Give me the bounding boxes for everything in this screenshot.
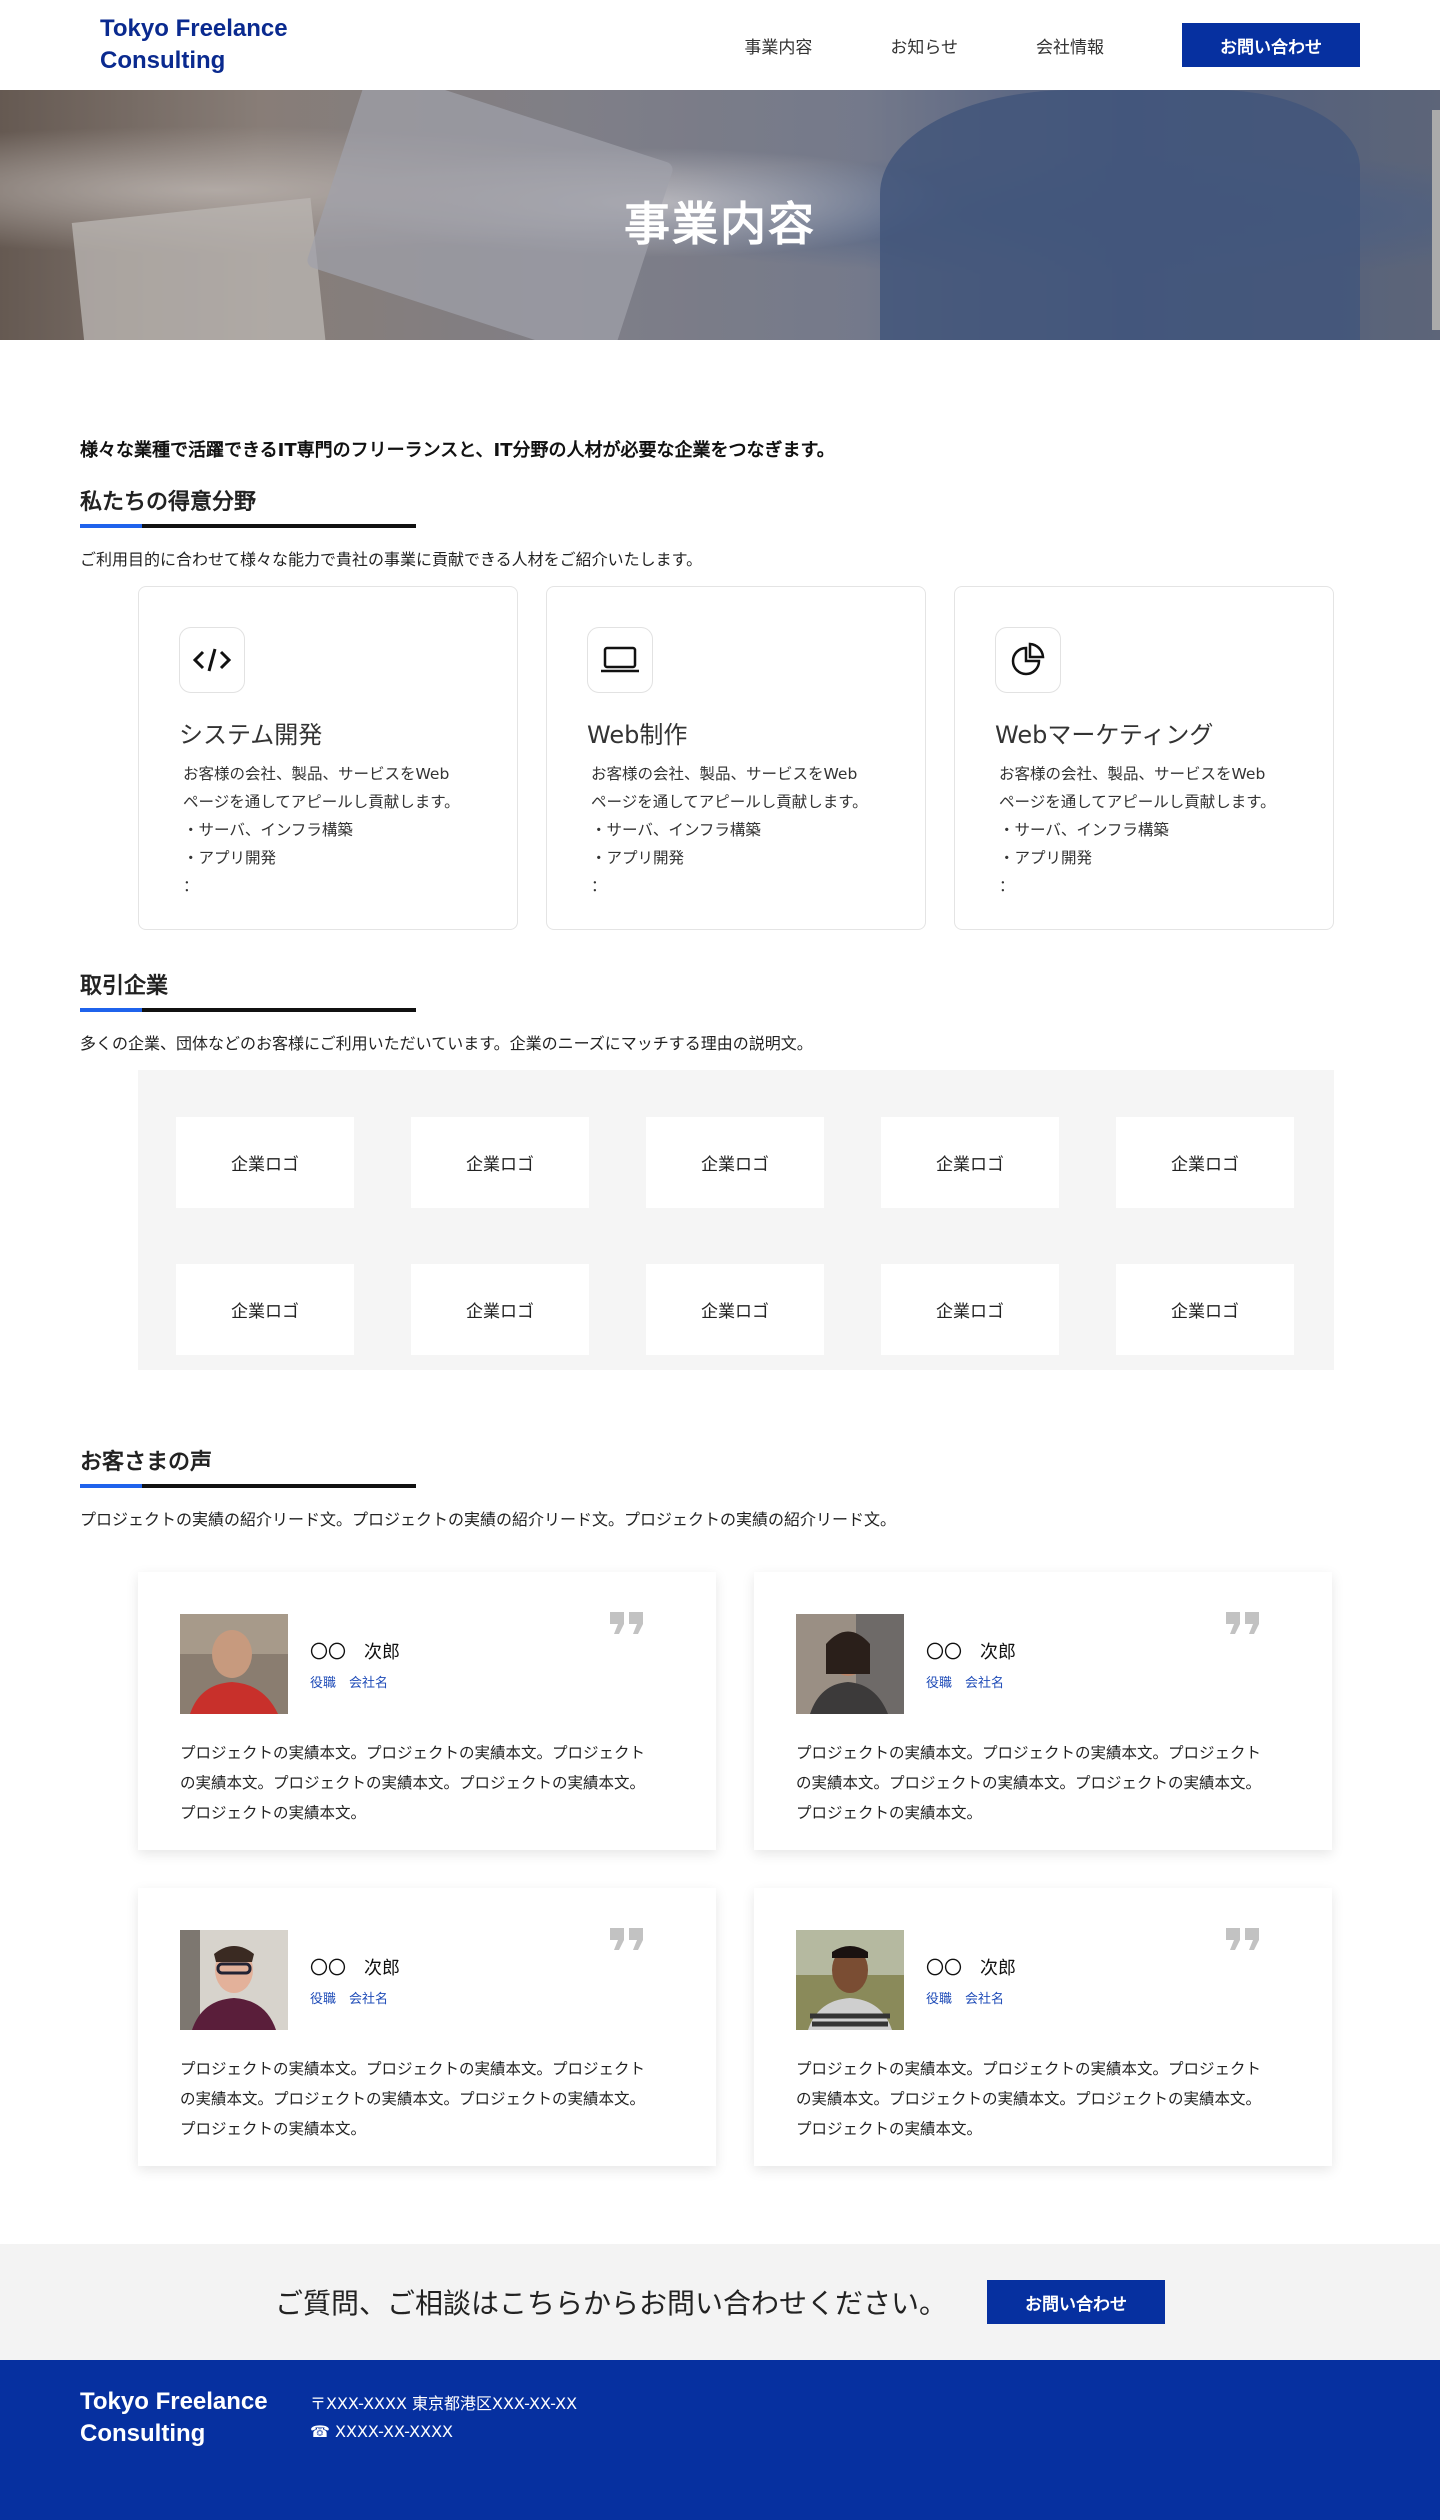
testimonial-role: 役職 会社名 [926, 1675, 1005, 1691]
footer-address: 〒XXX-XXXX 東京都港区XXX-XX-XX [310, 2394, 578, 2413]
service-body: お客様の会社、製品、サービスをWeb ページを通してアピールし貢献します。 ・サ… [591, 765, 868, 895]
pie-chart-icon [995, 627, 1061, 693]
client-logo: 企業ロゴ [646, 1117, 824, 1208]
voices-description: プロジェクトの実績の紹介リード文。プロジェクトの実績の紹介リード文。プロジェクト… [80, 1510, 897, 1529]
avatar [796, 1614, 904, 1714]
client-logo: 企業ロゴ [1116, 1263, 1294, 1355]
service-title: Web制作 [587, 721, 688, 749]
footer-phone: ☎ XXXX-XX-XXXX [310, 2422, 453, 2441]
expertise-description: ご利用目的に合わせて様々な能力で貴社の事業に貢献できる人材をご紹介いたします。 [80, 550, 703, 569]
contact-cta: ご質問、ご相談はこちらからお問い合わせください。 お問い合わせ [0, 2244, 1440, 2360]
site-footer: Tokyo Freelance Consulting 〒XXX-XXXX 東京都… [0, 2360, 1440, 2520]
service-card-web: Web制作 お客様の会社、製品、サービスをWeb ページを通してアピールし貢献し… [546, 586, 926, 930]
client-logo: 企業ロゴ [881, 1263, 1059, 1355]
client-logo: 企業ロゴ [176, 1117, 354, 1208]
section-underline [80, 524, 416, 528]
client-logo: 企業ロゴ [881, 1117, 1059, 1208]
service-title: システム開発 [179, 721, 323, 749]
avatar [180, 1614, 288, 1714]
testimonial-body: プロジェクトの実績本文。プロジェクトの実績本文。プロジェクト の実績本文。プロジ… [796, 2060, 1262, 2138]
testimonial-role: 役職 会社名 [310, 1991, 389, 2007]
testimonial-body: プロジェクトの実績本文。プロジェクトの実績本文。プロジェクト の実績本文。プロジ… [180, 2060, 646, 2138]
nav-item-services[interactable]: 事業内容 [744, 33, 812, 58]
nav-item-company[interactable]: 会社情報 [1036, 33, 1104, 58]
code-icon [179, 627, 245, 693]
quote-icon [610, 1928, 644, 1954]
header-contact-button[interactable]: お問い合わせ [1182, 23, 1360, 67]
clients-description: 多くの企業、団体などのお客様にご利用いただいています。企業のニーズにマッチする理… [80, 1034, 813, 1053]
clients-title: 取引企業 [80, 974, 169, 999]
page-title: 事業内容 [624, 197, 816, 251]
footer-info: 〒XXX-XXXX 東京都港区XXX-XX-XX ☎ XXXX-XX-XXXX [310, 2390, 577, 2494]
service-cards: システム開発 お客様の会社、製品、サービスをWeb ページを通してアピールし貢献… [138, 586, 1360, 930]
quote-icon [1226, 1612, 1260, 1638]
client-logo: 企業ロゴ [646, 1263, 824, 1355]
lead-text: 様々な業種で活躍できるIT専門のフリーランスと、IT分野の人材が必要な企業をつな… [80, 440, 835, 461]
testimonial-body: プロジェクトの実績本文。プロジェクトの実績本文。プロジェクト の実績本文。プロジ… [796, 1744, 1262, 1822]
client-logo-grid: 企業ロゴ 企業ロゴ 企業ロゴ 企業ロゴ 企業ロゴ 企業ロゴ 企業ロゴ 企業ロゴ … [138, 1070, 1334, 1370]
testimonial-card: 〇〇 次郎 役職 会社名 プロジェクトの実績本文。プロジェクトの実績本文。プロジ… [754, 1888, 1332, 2166]
service-card-system: システム開発 お客様の会社、製品、サービスをWeb ページを通してアピールし貢献… [138, 586, 518, 930]
testimonial-name: 〇〇 次郎 [310, 1957, 400, 1979]
expertise-title: 私たちの得意分野 [80, 490, 257, 515]
avatar [796, 1930, 904, 2030]
nav-item-news[interactable]: お知らせ [890, 33, 958, 58]
testimonial-card: 〇〇 次郎 役職 会社名 プロジェクトの実績本文。プロジェクトの実績本文。プロジ… [138, 1572, 716, 1850]
scrollbar[interactable] [1432, 110, 1440, 330]
testimonial-name: 〇〇 次郎 [926, 1641, 1016, 1663]
testimonial-name: 〇〇 次郎 [310, 1641, 400, 1663]
quote-icon [610, 1612, 644, 1638]
site-logo[interactable]: Tokyo Freelance Consulting [100, 13, 340, 77]
testimonial-role: 役職 会社名 [310, 1675, 389, 1691]
section-underline [80, 1008, 416, 1012]
cta-contact-button[interactable]: お問い合わせ [987, 2280, 1165, 2324]
service-card-marketing: Webマーケティング お客様の会社、製品、サービスをWeb ページを通してアピー… [954, 586, 1334, 930]
voices-title: お客さまの声 [80, 1450, 213, 1475]
hero-banner: 事業内容 [0, 90, 1440, 340]
quote-icon [1226, 1928, 1260, 1954]
avatar [180, 1930, 288, 2030]
service-body: お客様の会社、製品、サービスをWeb ページを通してアピールし貢献します。 ・サ… [999, 765, 1276, 895]
site-header: Tokyo Freelance Consulting 事業内容 お知らせ 会社情… [0, 0, 1440, 90]
client-logo: 企業ロゴ [411, 1263, 589, 1355]
client-logo: 企業ロゴ [1116, 1117, 1294, 1208]
cta-text: ご質問、ご相談はこちらからお問い合わせください。 [274, 2287, 947, 2320]
footer-logo[interactable]: Tokyo Freelance Consulting [80, 2386, 310, 2494]
main-nav: 事業内容 お知らせ 会社情報 お問い合わせ [744, 23, 1360, 67]
testimonial-name: 〇〇 次郎 [926, 1957, 1016, 1979]
client-logo: 企業ロゴ [176, 1263, 354, 1355]
testimonial-grid: 〇〇 次郎 役職 会社名 プロジェクトの実績本文。プロジェクトの実績本文。プロジ… [138, 1572, 1360, 2166]
client-logo: 企業ロゴ [411, 1117, 589, 1208]
testimonial-role: 役職 会社名 [926, 1991, 1005, 2007]
testimonial-card: 〇〇 次郎 役職 会社名 プロジェクトの実績本文。プロジェクトの実績本文。プロジ… [754, 1572, 1332, 1850]
testimonial-card: 〇〇 次郎 役職 会社名 プロジェクトの実績本文。プロジェクトの実績本文。プロジ… [138, 1888, 716, 2166]
laptop-icon [587, 627, 653, 693]
service-body: お客様の会社、製品、サービスをWeb ページを通してアピールし貢献します。 ・サ… [183, 765, 460, 895]
main-content: 様々な業種で活躍できるIT専門のフリーランスと、IT分野の人材が必要な企業をつな… [0, 436, 1440, 2166]
service-title: Webマーケティング [995, 721, 1214, 749]
testimonial-body: プロジェクトの実績本文。プロジェクトの実績本文。プロジェクト の実績本文。プロジ… [180, 1744, 646, 1822]
section-underline [80, 1484, 416, 1488]
